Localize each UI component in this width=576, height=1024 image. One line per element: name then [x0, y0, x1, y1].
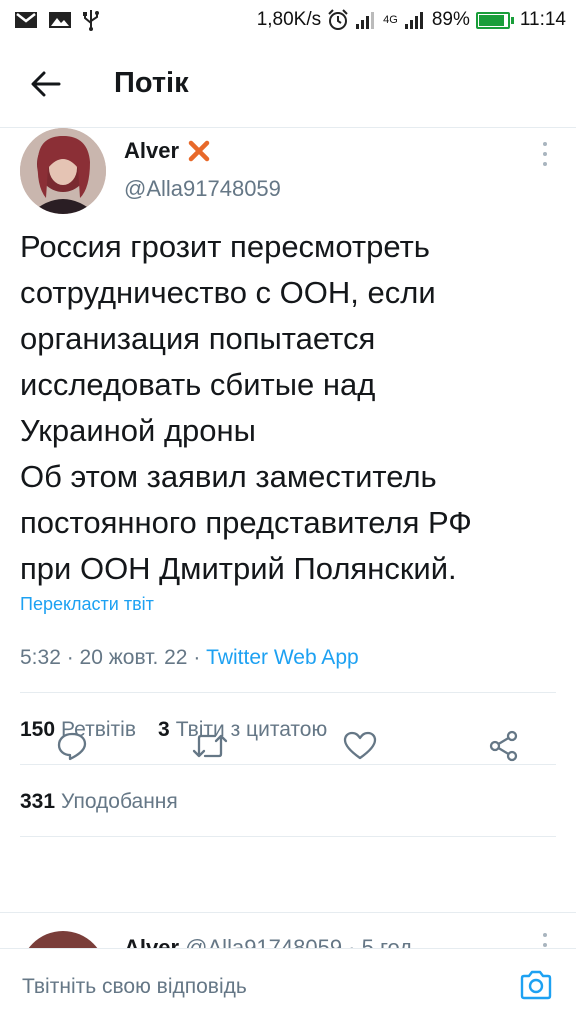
tweet-text-line: Об этом заявил заместитель — [20, 459, 437, 494]
tweet-text-line: при ООН Дмитрий Полянский. — [20, 551, 457, 586]
user-handle[interactable]: @Alla91748059 — [124, 176, 281, 202]
tweet-time: 5:32 — [20, 646, 61, 669]
signal-icon — [355, 10, 377, 30]
tweet-source-link[interactable]: Twitter Web App — [206, 646, 359, 669]
tweet-meta: 5:32 · 20 жовт. 22 · Twitter Web App — [20, 646, 359, 669]
camera-button[interactable] — [516, 965, 556, 1005]
tweet-text-line: постоянного представителя РФ — [20, 505, 472, 540]
retweet-button[interactable] — [188, 724, 232, 768]
display-name: Alver — [124, 935, 180, 948]
next-tweet-preview[interactable]: Alver @Alla91748059 · 5 год — [0, 912, 576, 948]
divider — [20, 836, 556, 837]
tweet-date: 20 жовт. 22 — [79, 646, 188, 669]
reply-input[interactable] — [10, 959, 500, 1015]
signal-4g-icon — [404, 10, 426, 30]
more-options-icon[interactable] — [540, 142, 550, 166]
share-icon — [489, 730, 518, 762]
network-speed: 1,80K/s — [256, 9, 322, 30]
usb-icon — [82, 9, 100, 31]
camera-icon — [520, 970, 552, 1000]
battery-percent: 89% — [431, 9, 470, 30]
avatar[interactable] — [20, 128, 106, 214]
share-button[interactable] — [482, 724, 526, 768]
tweet-text: Россия грозит пересмотреть сотрудничеств… — [20, 224, 560, 592]
status-bar-system: 1,80K/s 4G 89% 11:14 — [257, 9, 566, 31]
likes-stats-row: 331 Уподобання — [20, 790, 178, 814]
tweet-text-line: исследовать сбитые над — [20, 367, 376, 402]
likes-count: 331 — [20, 790, 56, 813]
likes-label: Уподобання — [61, 790, 178, 813]
tweet-text-line: сотрудничество с ООН, если — [20, 275, 436, 310]
retweet-icon — [192, 734, 228, 758]
top-app-bar: Потік — [0, 40, 576, 128]
more-options-icon[interactable] — [540, 933, 550, 948]
alarm-icon — [327, 9, 349, 31]
reply-button[interactable] — [50, 724, 94, 768]
display-name[interactable]: Alver — [124, 138, 179, 164]
tweet-author[interactable]: Alver — [124, 138, 211, 164]
reply-icon — [57, 732, 87, 761]
x-mark-icon — [187, 139, 211, 163]
tweet-text-line: организация попытается — [20, 321, 376, 356]
network-type: 4G — [383, 14, 398, 26]
divider — [20, 692, 556, 693]
reply-bar — [0, 948, 576, 1024]
avatar[interactable] — [20, 931, 106, 948]
status-bar-notifications — [14, 9, 100, 31]
gmail-icon — [14, 10, 38, 30]
translate-tweet-link[interactable]: Перекласти твіт — [20, 594, 154, 615]
next-tweet-header: Alver @Alla91748059 · 5 год — [124, 935, 412, 948]
heart-icon — [343, 731, 377, 760]
clock: 11:14 — [519, 9, 566, 30]
handle-time: @Alla91748059 · 5 год — [185, 935, 413, 948]
battery-icon — [475, 11, 514, 29]
arrow-left-icon — [31, 71, 61, 96]
tweet-actions — [0, 724, 576, 768]
image-icon — [48, 10, 72, 30]
status-bar: 1,80K/s 4G 89% 11:14 — [0, 0, 576, 40]
likes-stat[interactable]: 331 Уподобання — [20, 790, 178, 814]
tweet-text-line: Украиной дроны — [20, 413, 256, 448]
tweet-text-line: Россия грозит пересмотреть — [20, 229, 430, 264]
back-button[interactable] — [0, 40, 92, 128]
page-title: Потік — [114, 67, 189, 99]
like-button[interactable] — [338, 724, 382, 768]
